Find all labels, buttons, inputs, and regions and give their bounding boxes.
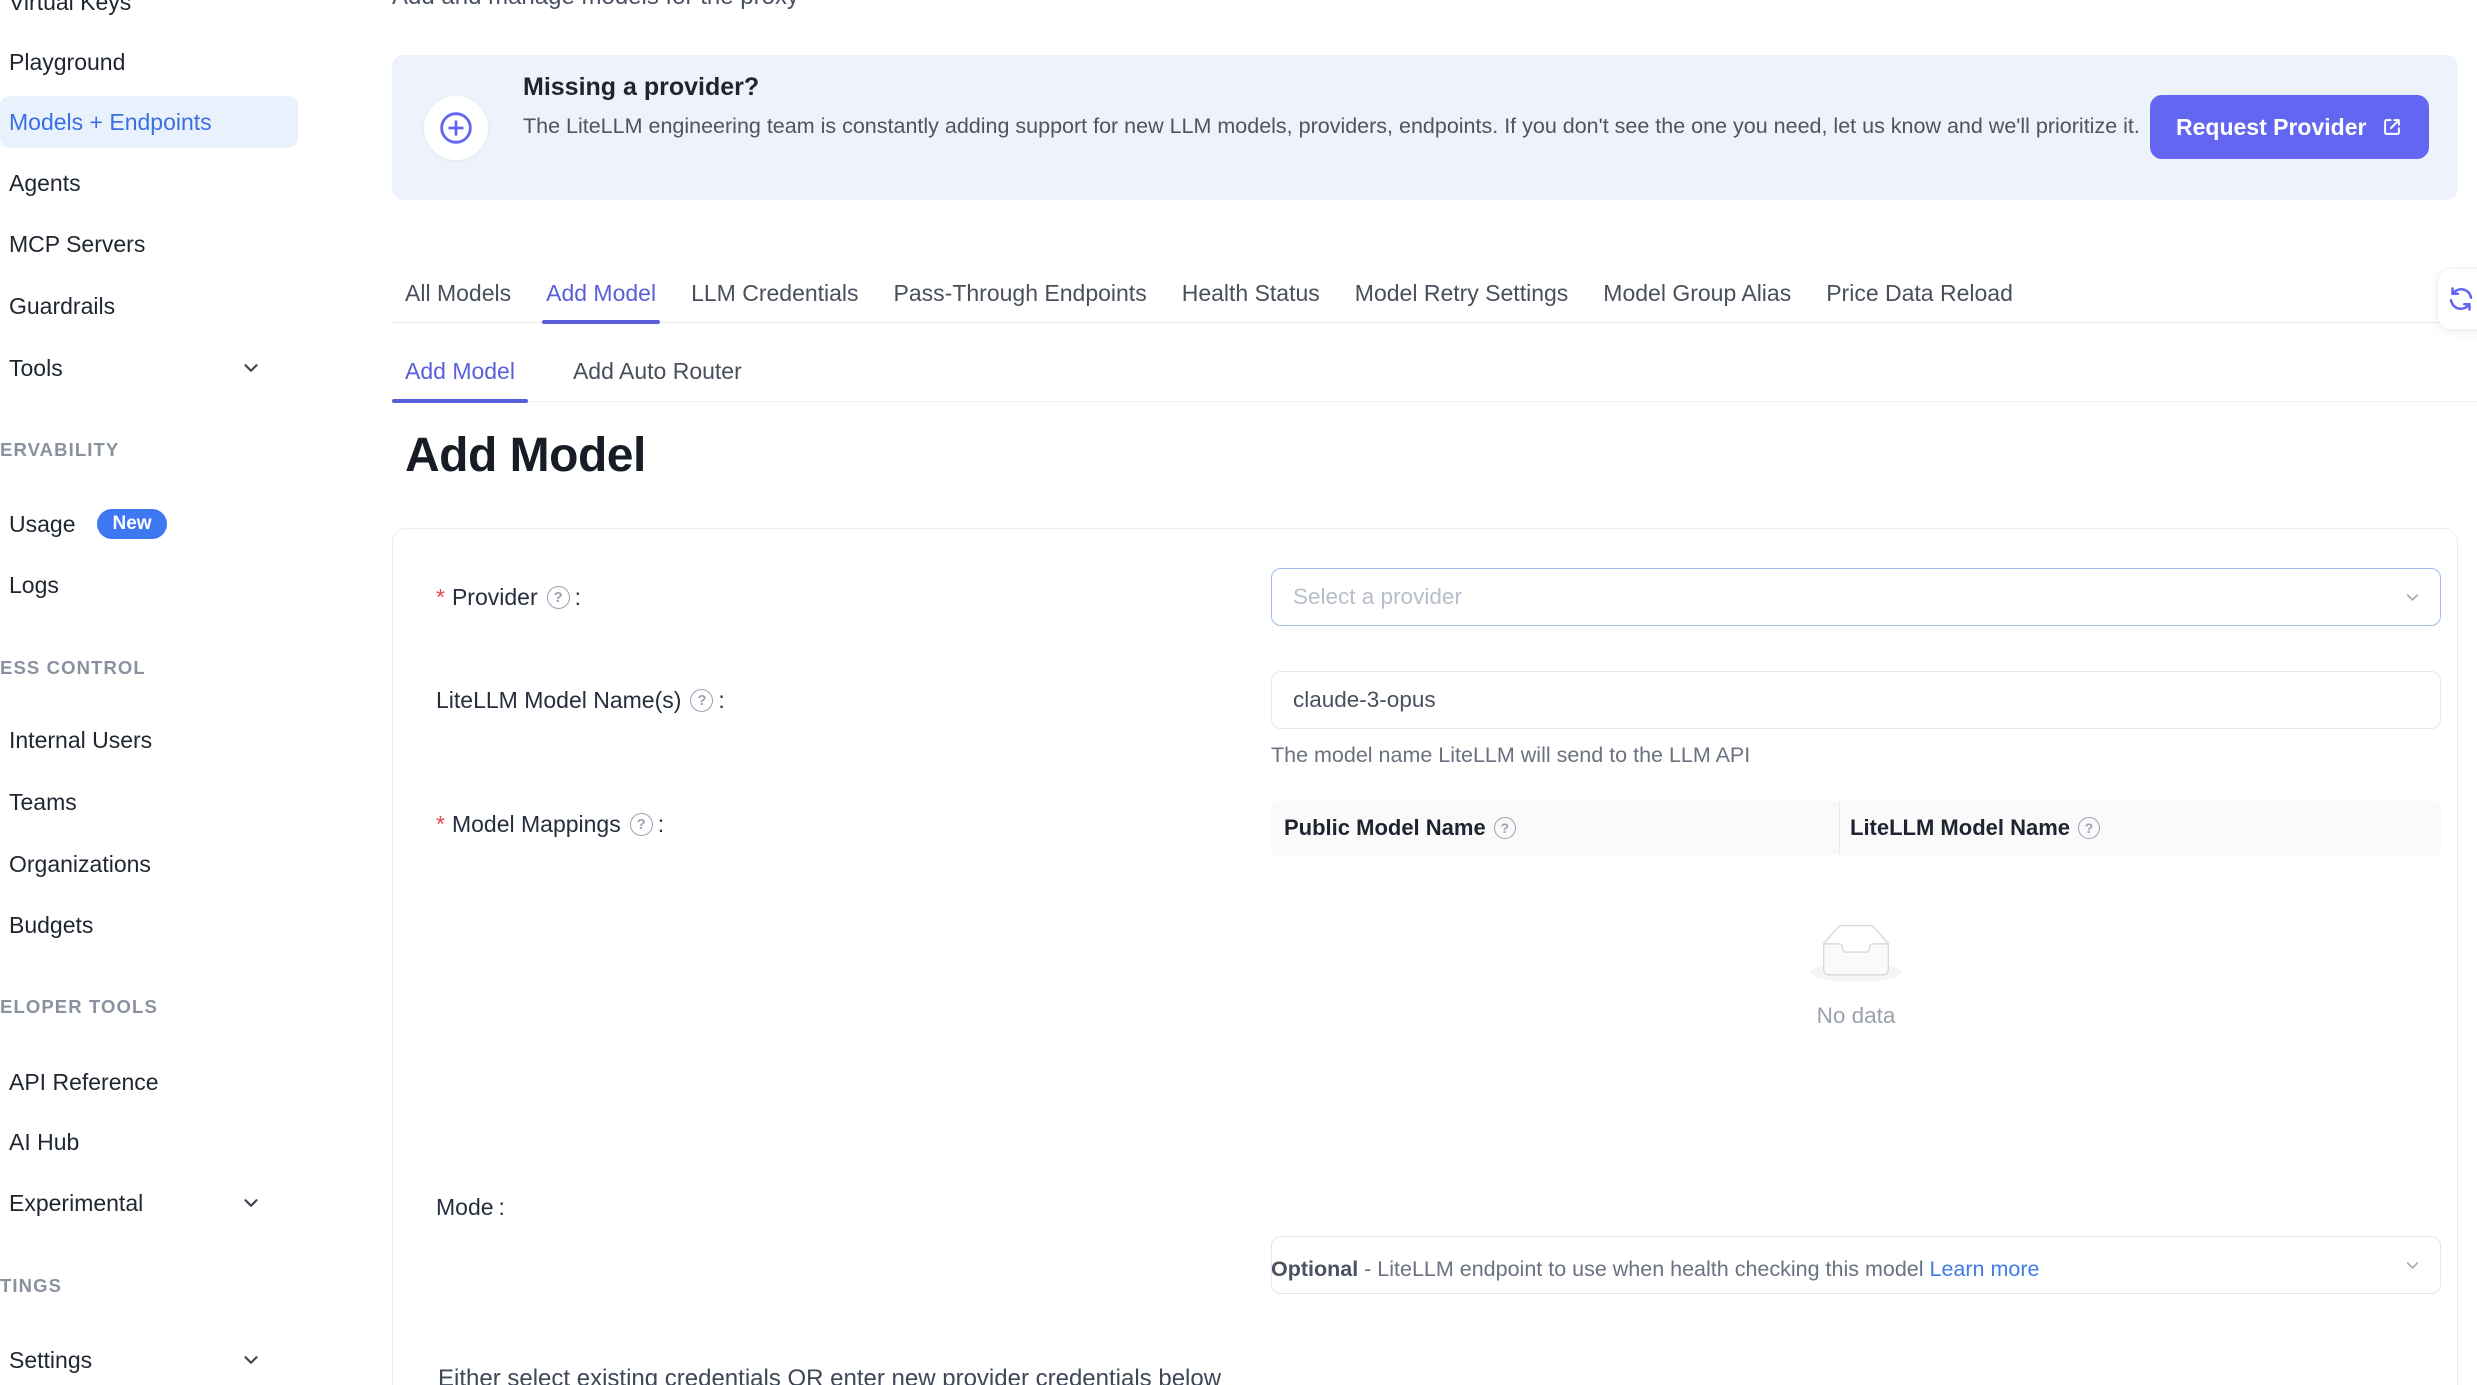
sidebar-item-agents[interactable]: Agents xyxy=(0,157,298,209)
sidebar-item-teams[interactable]: Teams xyxy=(0,776,298,828)
sidebar-item-label: Settings xyxy=(9,1347,92,1374)
sidebar-item-settings[interactable]: Settings xyxy=(0,1334,298,1385)
sidebar-item-models-endpoints[interactable]: Models + Endpoints xyxy=(0,96,298,148)
sidebar-item-label: MCP Servers xyxy=(9,231,145,258)
tab-model-retry-settings[interactable]: Model Retry Settings xyxy=(1355,263,1568,323)
banner-body: The LiteLLM engineering team is constant… xyxy=(523,112,2143,140)
add-model-subtabs: Add Model Add Auto Router xyxy=(392,340,2477,402)
litellm-model-name-help: The model name LiteLLM will send to the … xyxy=(1271,743,2441,768)
sidebar-item-label: Organizations xyxy=(9,851,151,878)
chevron-down-icon xyxy=(240,1349,262,1371)
tab-add-model[interactable]: Add Model xyxy=(546,263,656,323)
refresh-button[interactable] xyxy=(2437,268,2477,330)
subtab-add-model[interactable]: Add Model xyxy=(392,340,528,402)
request-provider-label: Request Provider xyxy=(2176,114,2366,141)
mode-label: Mode : xyxy=(436,1178,505,1236)
tab-model-group-alias[interactable]: Model Group Alias xyxy=(1603,263,1791,323)
page-subtitle: Add and manage models for the proxy xyxy=(392,0,799,11)
sidebar-item-ai-hub[interactable]: AI Hub xyxy=(0,1116,298,1168)
sidebar-item-playground[interactable]: Playground xyxy=(0,36,298,88)
sidebar-section-settings: TINGS xyxy=(0,1272,62,1300)
column-public-model-name: Public Model Name ? xyxy=(1271,801,1839,855)
subtab-add-auto-router[interactable]: Add Auto Router xyxy=(560,340,755,402)
question-circle-icon[interactable]: ? xyxy=(630,813,653,836)
sidebar-item-label: Budgets xyxy=(9,912,93,939)
sidebar: Virtual Keys Playground Models + Endpoin… xyxy=(0,0,300,1385)
tab-all-models[interactable]: All Models xyxy=(405,263,511,323)
provider-label: * Provider ? : xyxy=(436,568,581,626)
model-mappings-table-header: Public Model Name ? LiteLLM Model Name ? xyxy=(1271,801,2441,855)
sidebar-item-organizations[interactable]: Organizations xyxy=(0,838,298,890)
sidebar-item-label: Teams xyxy=(9,789,77,816)
tab-pass-through-endpoints[interactable]: Pass-Through Endpoints xyxy=(894,263,1147,323)
learn-more-link[interactable]: Learn more xyxy=(1929,1257,2039,1281)
models-tabs: All Models Add Model LLM Credentials Pas… xyxy=(392,263,2477,323)
external-link-icon xyxy=(2381,116,2403,138)
sidebar-item-label: Models + Endpoints xyxy=(9,109,212,136)
chevron-down-icon xyxy=(2403,1256,2422,1275)
required-asterisk: * xyxy=(436,584,445,611)
chevron-down-icon xyxy=(240,357,262,379)
question-circle-icon[interactable]: ? xyxy=(547,586,570,609)
add-model-form-card: * Provider ? : Select a provider LiteLLM… xyxy=(392,528,2458,1385)
sidebar-item-label: Logs xyxy=(9,572,59,599)
page-title: Add Model xyxy=(405,428,646,483)
sidebar-item-budgets[interactable]: Budgets xyxy=(0,899,298,951)
sidebar-item-label: API Reference xyxy=(9,1069,159,1096)
main-content: Add and manage models for the proxy Miss… xyxy=(392,0,2477,1385)
sidebar-item-logs[interactable]: Logs xyxy=(0,559,298,611)
no-data-text: No data xyxy=(1271,1003,2441,1029)
sidebar-item-experimental[interactable]: Experimental xyxy=(0,1177,298,1229)
empty-inbox-icon xyxy=(1811,969,1901,986)
provider-select[interactable]: Select a provider xyxy=(1271,568,2441,626)
request-provider-button[interactable]: Request Provider xyxy=(2150,95,2429,159)
sidebar-item-usage[interactable]: Usage New xyxy=(0,498,298,550)
sidebar-item-virtual-keys[interactable]: Virtual Keys xyxy=(0,0,298,28)
model-mappings-empty-state: No data xyxy=(1271,924,2441,1029)
chevron-down-icon xyxy=(2403,588,2422,607)
sidebar-item-internal-users[interactable]: Internal Users xyxy=(0,714,298,766)
question-circle-icon[interactable]: ? xyxy=(690,689,713,712)
sidebar-item-label: Experimental xyxy=(9,1190,143,1217)
sidebar-section-access-control: ESS CONTROL xyxy=(0,654,146,682)
mode-help-text: Optional - LiteLLM endpoint to use when … xyxy=(1271,1249,2071,1289)
sidebar-item-api-reference[interactable]: API Reference xyxy=(0,1056,298,1108)
sidebar-section-observability: ERVABILITY xyxy=(0,436,119,464)
litellm-model-name-label: LiteLLM Model Name(s) ? : xyxy=(436,671,725,729)
tab-price-data-reload[interactable]: Price Data Reload xyxy=(1826,263,2013,323)
sidebar-item-label: Agents xyxy=(9,170,81,197)
sidebar-item-mcp-servers[interactable]: MCP Servers xyxy=(0,218,298,270)
column-litellm-model-name: LiteLLM Model Name ? xyxy=(1839,801,2100,855)
refresh-icon xyxy=(2446,284,2476,314)
credentials-section-note: Either select existing credentials OR en… xyxy=(438,1365,1221,1385)
tab-health-status[interactable]: Health Status xyxy=(1182,263,1320,323)
required-asterisk: * xyxy=(436,811,445,838)
sidebar-item-guardrails[interactable]: Guardrails xyxy=(0,280,298,332)
sidebar-item-tools[interactable]: Tools xyxy=(0,342,298,394)
sidebar-item-label: Internal Users xyxy=(9,727,152,754)
app-window: Virtual Keys Playground Models + Endpoin… xyxy=(0,0,2477,1385)
question-circle-icon[interactable]: ? xyxy=(2078,817,2100,839)
new-badge: New xyxy=(97,509,166,539)
banner-title: Missing a provider? xyxy=(523,73,759,102)
tab-llm-credentials[interactable]: LLM Credentials xyxy=(691,263,858,323)
sidebar-item-label: Tools xyxy=(9,355,63,382)
sidebar-item-label: Playground xyxy=(9,49,125,76)
model-mappings-label: * Model Mappings ? : xyxy=(436,795,664,853)
plus-circle-icon xyxy=(424,96,488,160)
provider-select-placeholder: Select a provider xyxy=(1293,584,1462,610)
missing-provider-banner: Missing a provider? The LiteLLM engineer… xyxy=(392,55,2458,200)
sidebar-item-label: AI Hub xyxy=(9,1129,79,1156)
litellm-model-name-input[interactable] xyxy=(1271,671,2441,729)
sidebar-item-label: Virtual Keys xyxy=(9,0,131,16)
chevron-down-icon xyxy=(240,1192,262,1214)
sidebar-item-label: Guardrails xyxy=(9,293,115,320)
sidebar-section-developer-tools: ELOPER TOOLS xyxy=(0,993,158,1021)
sidebar-item-label: Usage xyxy=(9,511,75,538)
question-circle-icon[interactable]: ? xyxy=(1494,817,1516,839)
